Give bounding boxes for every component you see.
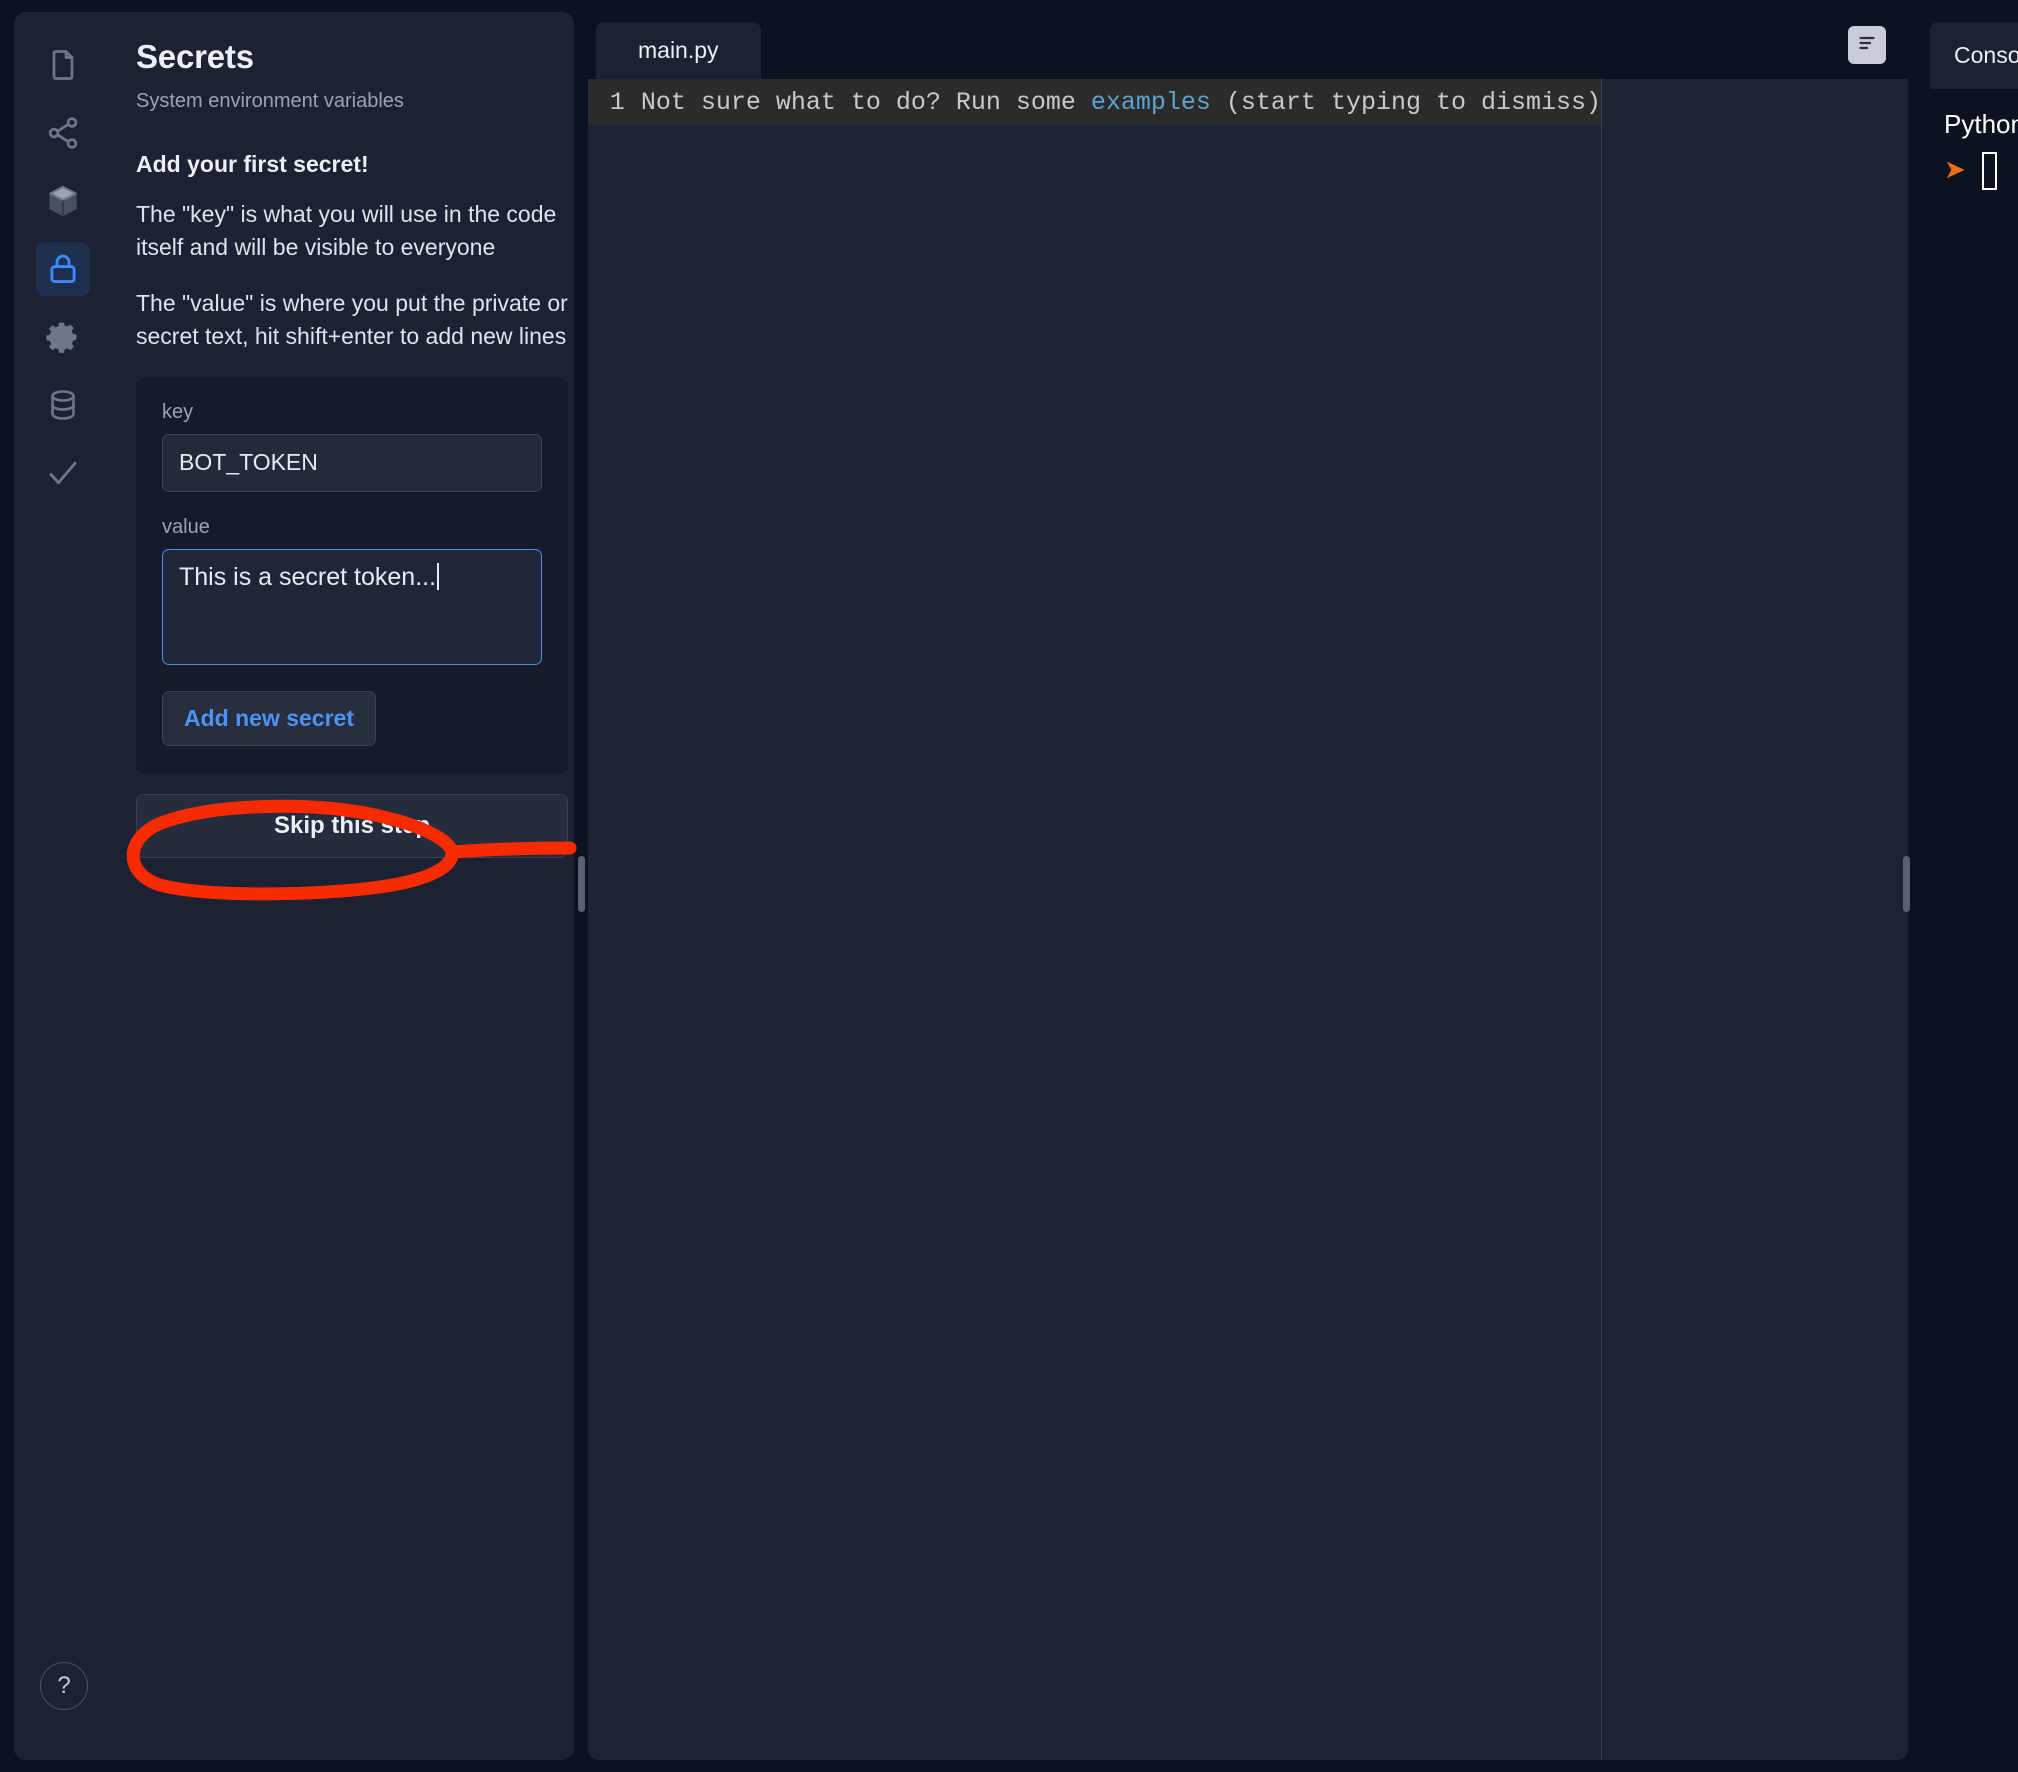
file-icon: [45, 47, 81, 83]
sidebar-item-packages[interactable]: [36, 174, 90, 228]
console-panel: Console Python: [1922, 12, 2018, 1760]
help-button[interactable]: ?: [40, 1662, 88, 1710]
left-resize-handle[interactable]: [578, 856, 585, 912]
line-number: 1: [609, 87, 625, 117]
page-title: Secrets: [136, 38, 254, 75]
key-input[interactable]: BOT_TOKEN: [162, 433, 542, 492]
left-panel-shell: ? Secrets System environment variables A…: [14, 12, 574, 1760]
key-field-label: key: [162, 400, 194, 423]
editor-tabbar: main.py: [588, 12, 1908, 79]
value-input-text: This is a secret token...: [179, 562, 437, 591]
value-input[interactable]: This is a secret token...: [162, 548, 542, 665]
console-body[interactable]: Python: [1922, 89, 2018, 1760]
editor-panel: main.py 1 Not sure what to do? Run some …: [588, 12, 1908, 1760]
check-icon: [45, 455, 81, 491]
key-explanation-text: The "key" is what you will use in the co…: [136, 201, 557, 260]
ghost-hint-suffix: (start typing to dismiss): [1210, 87, 1601, 117]
skip-this-step-button[interactable]: Skip this step: [136, 793, 568, 858]
sidebar-item-checks[interactable]: [36, 446, 90, 500]
sidebar-item-files[interactable]: [36, 38, 90, 92]
lock-icon: [45, 251, 81, 287]
editor-menu-button[interactable]: [1848, 26, 1886, 64]
gear-icon: [45, 319, 81, 355]
console-caret: [1982, 152, 1997, 190]
secret-form: key BOT_TOKEN value This is a secret tok…: [136, 376, 568, 774]
value-explanation-text: The "value" is where you put the private…: [136, 290, 568, 349]
package-icon: [45, 183, 81, 219]
tab-console[interactable]: Console: [1930, 22, 2018, 89]
ghost-hint-prefix: Not sure what to do? Run some: [640, 87, 1091, 117]
sidebar-item-version-control[interactable]: [36, 106, 90, 160]
add-new-secret-button[interactable]: Add new secret: [162, 690, 376, 746]
icon-rail: ?: [14, 12, 110, 1760]
editor-body[interactable]: 1 Not sure what to do? Run some examples…: [588, 79, 1908, 1760]
secrets-panel: Secrets System environment variables Add…: [110, 12, 574, 1760]
question-mark-icon: ?: [57, 1672, 71, 1699]
console-prompt-row: [1944, 152, 2018, 190]
sidebar-item-secrets[interactable]: [36, 242, 90, 296]
onboarding-heading: Add your first secret!: [136, 151, 369, 177]
sidebar-item-database[interactable]: [36, 378, 90, 432]
page-subtitle: System environment variables: [136, 90, 404, 112]
tab-main-py[interactable]: main.py: [596, 22, 761, 79]
editor-ghost-line: 1 Not sure what to do? Run some examples…: [588, 79, 1601, 125]
ghost-hint-text: Not sure what to do? Run some examples (…: [641, 88, 1601, 117]
console-language-label: Python: [1944, 109, 2018, 139]
editor-column-guide: [1601, 79, 1602, 1760]
text-caret: [437, 562, 440, 590]
app-root: ? Secrets System environment variables A…: [0, 0, 2018, 1772]
value-field-label: value: [162, 515, 210, 538]
sidebar-item-settings[interactable]: [36, 310, 90, 364]
share-nodes-icon: [45, 115, 81, 151]
database-icon: [45, 387, 81, 423]
examples-link[interactable]: examples: [1091, 88, 1211, 117]
right-resize-handle[interactable]: [1903, 856, 1910, 912]
document-outline-icon: [1855, 31, 1879, 60]
